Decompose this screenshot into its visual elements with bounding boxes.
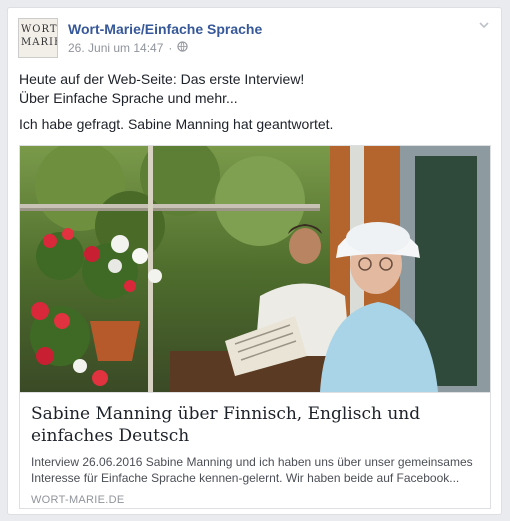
link-preview-title[interactable]: Sabine Manning über Finnisch, Englisch u… <box>31 403 481 447</box>
post-meta: 26. Juni um 14:47 · <box>68 41 189 55</box>
post-author-name[interactable]: Wort-Marie/Einfache Sprache <box>68 21 262 37</box>
globe-icon[interactable] <box>177 41 189 55</box>
post-text-line: Über Einfache Sprache und mehr... <box>19 90 238 106</box>
facebook-post: WORT MARIE Wort-Marie/Einfache Sprache 2… <box>7 7 502 515</box>
meta-separator: · <box>168 41 173 55</box>
page-avatar[interactable]: WORT MARIE <box>18 18 58 58</box>
post-timestamp[interactable]: 26. Juni um 14:47 <box>68 41 163 55</box>
link-preview-card[interactable]: Sabine Manning über Finnisch, Englisch u… <box>19 145 491 509</box>
post-text: Heute auf der Web-Seite: Das erste Inter… <box>19 70 489 134</box>
chevron-down-icon[interactable] <box>477 18 491 32</box>
link-preview-body[interactable]: Sabine Manning über Finnisch, Englisch u… <box>20 392 490 508</box>
link-preview-domain: WORT-MARIE.DE <box>31 494 125 506</box>
avatar-logo-text: WORT MARIE <box>21 24 58 48</box>
post-text-line: Ich habe gefragt. Sabine Manning hat gea… <box>19 116 334 132</box>
post-text-line: Heute auf der Web-Seite: Das erste Inter… <box>19 71 305 87</box>
link-preview-photo[interactable] <box>20 146 490 392</box>
link-preview-description: Interview 26.06.2016 Sabine Manning und … <box>31 455 473 485</box>
